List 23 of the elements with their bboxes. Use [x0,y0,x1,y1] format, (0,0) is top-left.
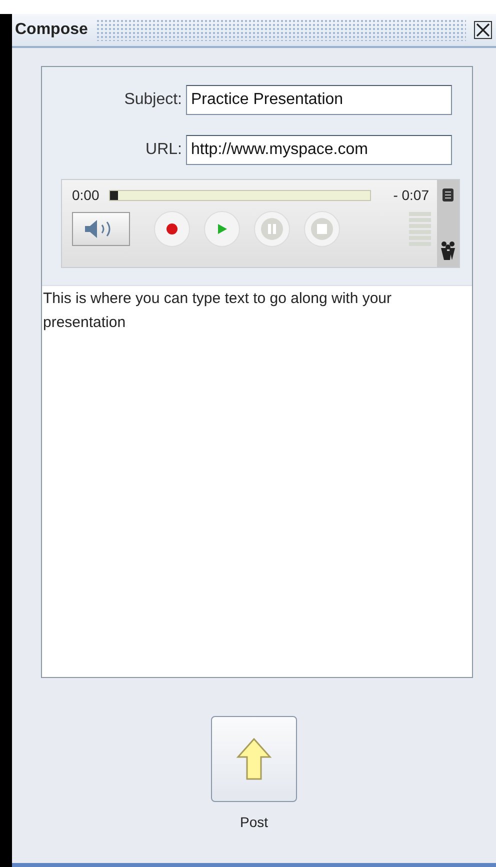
remaining-time: - 0:07 [393,187,429,203]
post-button[interactable] [211,716,297,802]
level-meter [409,212,431,246]
pause-icon [261,218,283,240]
input-field[interactable]: http://www.myspace.com [186,135,452,165]
text-area[interactable]: This is where you can type text to go along with your presentation [42,285,472,677]
window-title: Compose [15,21,88,39]
input-field[interactable]: Practice Presentation [186,85,452,115]
people-icon[interactable] [440,239,456,261]
progress-track[interactable] [109,190,372,200]
record-icon [166,223,178,235]
up-arrow-icon [236,737,272,781]
play-button[interactable] [204,211,240,247]
elapsed-time: 0:00 [72,187,100,203]
record-button[interactable] [154,211,190,247]
post-label: Post [240,814,268,830]
play-icon [217,224,227,234]
stop-icon [311,218,333,240]
field-label: URL: [146,141,182,159]
volume-button[interactable] [72,212,130,246]
list-icon[interactable] [442,188,454,202]
close-button[interactable] [474,21,492,39]
field-label: Subject: [124,91,182,109]
